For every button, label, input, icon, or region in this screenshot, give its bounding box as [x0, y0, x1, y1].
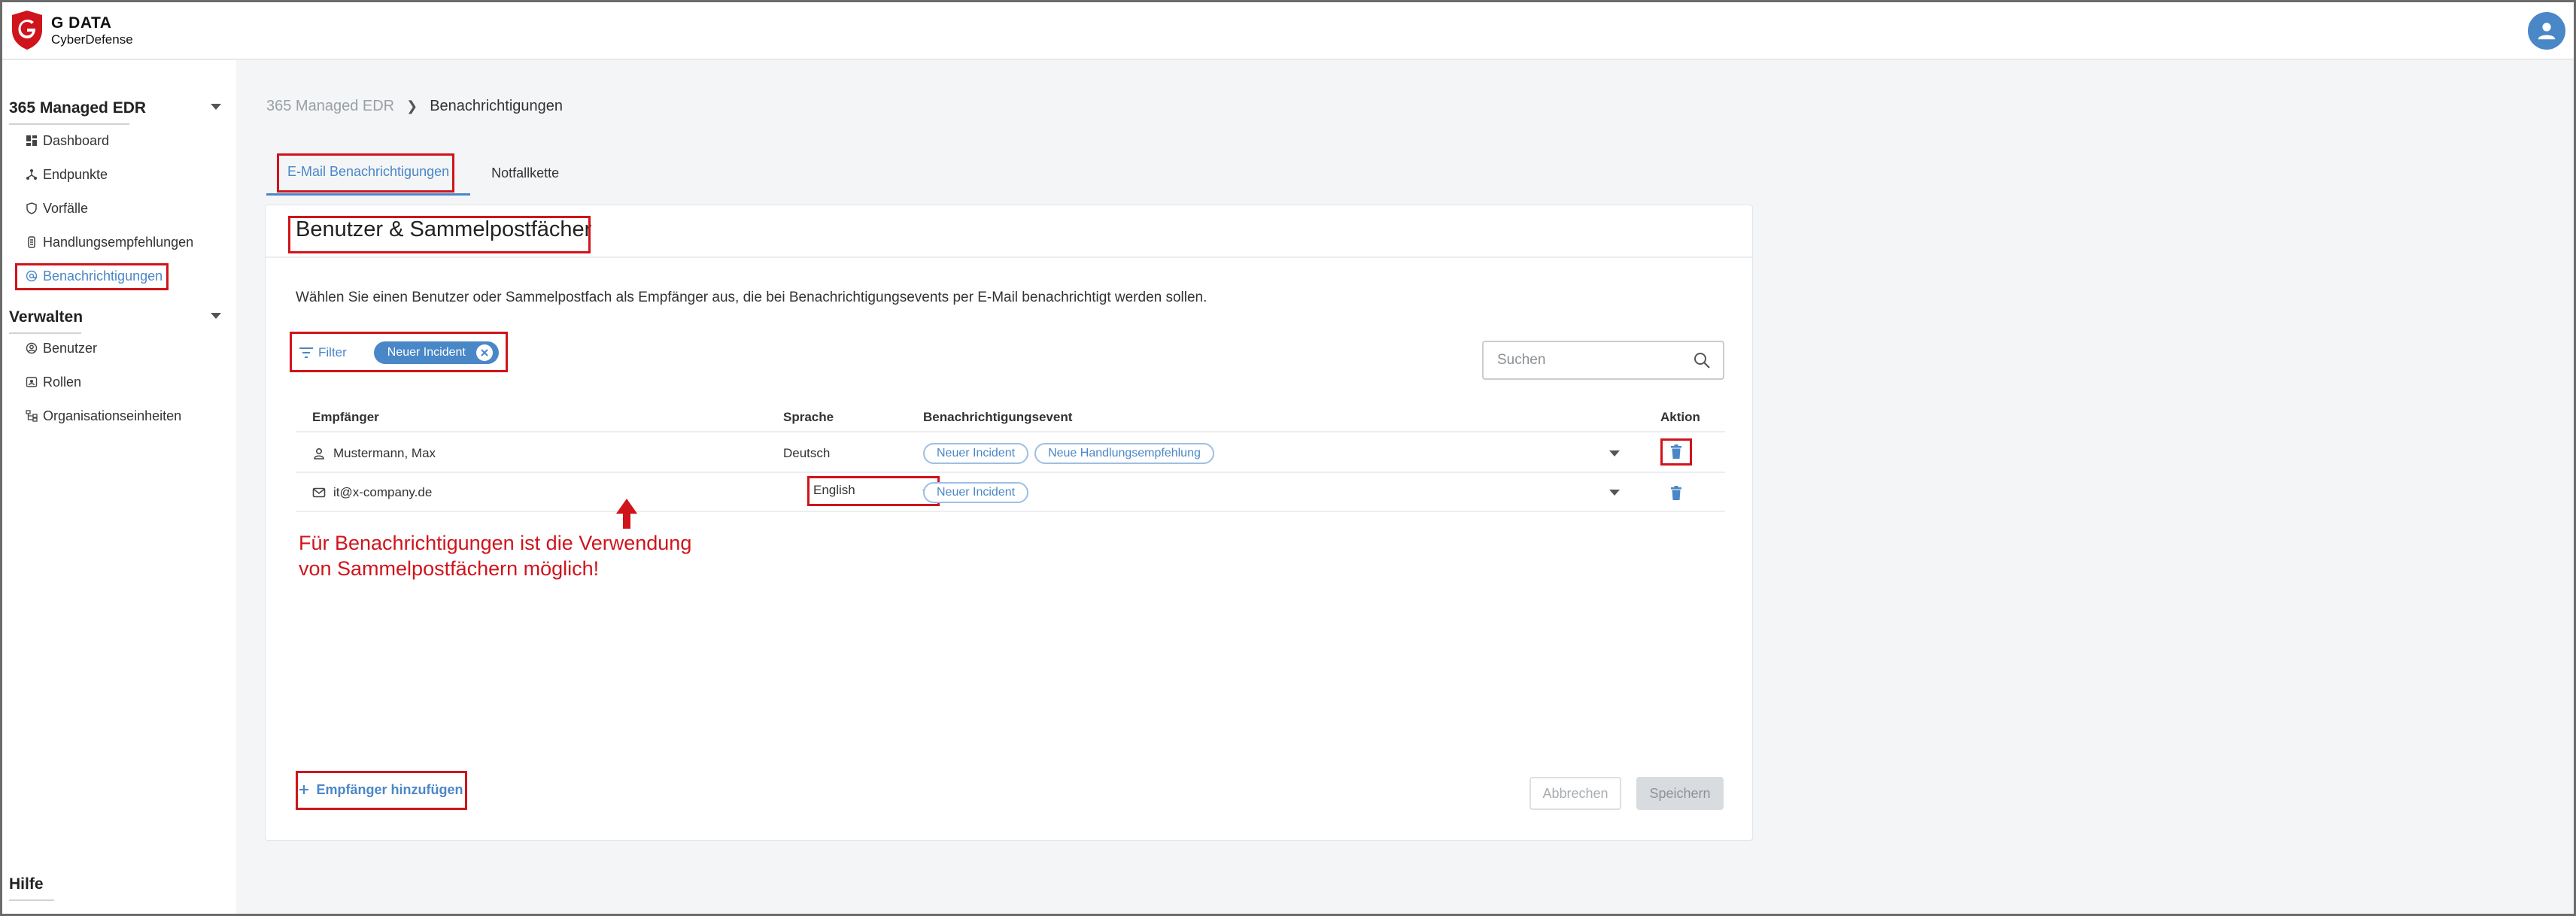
divider [9, 899, 54, 901]
delete-button[interactable] [1660, 438, 1692, 466]
gdata-shield-icon [12, 11, 42, 50]
highlight-box [290, 332, 508, 372]
recipients-card: Benutzer & Sammelpostfächer Wählen Sie e… [265, 205, 1753, 841]
divider [9, 123, 129, 125]
sidebar-item-label: Dashboard [43, 132, 110, 148]
sidebar-item-handlungsempfehlungen[interactable]: Handlungsempfehlungen [26, 231, 193, 253]
dashboard-icon [26, 135, 37, 146]
tab-label: Notfallkette [491, 165, 560, 180]
save-button[interactable]: Speichern [1636, 777, 1724, 810]
event-chip[interactable]: Neue Handlungsempfehlung [1034, 443, 1214, 464]
delete-button[interactable] [1665, 482, 1687, 505]
sidebar-item-organisationseinheiten[interactable]: Organisationseinheiten [26, 405, 181, 427]
sidebar-item-label: Endpunkte [43, 166, 108, 182]
tab-notfallkette[interactable]: Notfallkette [470, 150, 580, 196]
recipient-email: it@x-company.de [333, 485, 433, 499]
highlight-box [288, 216, 591, 253]
sidebar-item-label: Rollen [43, 374, 82, 390]
annotation-line1: Für Benachrichtigungen ist die Verwendun… [299, 532, 692, 554]
sidebar-item-dashboard[interactable]: Dashboard [26, 129, 109, 152]
nav-group-label: Verwalten [9, 308, 84, 326]
recommendation-icon [28, 236, 35, 248]
search-field[interactable] [1482, 341, 1724, 380]
help-label: Hilfe [9, 875, 44, 893]
sidebar-item-vorfaelle[interactable]: Vorfälle [26, 197, 88, 220]
role-icon [26, 377, 38, 387]
header-language[interactable]: Sprache [783, 410, 834, 425]
sidebar-item-label: Handlungsempfehlungen [43, 234, 194, 250]
search-icon[interactable] [1693, 351, 1711, 369]
table-row: Mustermann, Max Deutsch Neuer Incident N… [296, 434, 1725, 473]
sidebar-item-label: Organisationseinheiten [43, 408, 182, 423]
sidebar-item-hilfe[interactable]: Hilfe [9, 875, 54, 901]
language-value: English [813, 483, 855, 497]
highlight-box [277, 153, 454, 193]
endpoints-icon [26, 169, 37, 180]
language-cell[interactable]: Deutsch [783, 434, 830, 473]
table-row: it@x-company.de English Neuer Incident [296, 473, 1725, 512]
breadcrumb-parent[interactable]: 365 Managed EDR [266, 98, 394, 115]
user-icon [314, 447, 324, 460]
language-select[interactable]: English [807, 476, 940, 506]
annotation-line2: von Sammelpostfächern möglich! [299, 557, 600, 580]
event-chip[interactable]: Neuer Incident [923, 443, 1029, 464]
top-bar: G DATA CyberDefense [0, 0, 2576, 60]
user-circle-icon [26, 342, 38, 354]
logo-line1: G DATA [51, 14, 112, 32]
chevron-right-icon: ❯ [406, 99, 418, 114]
logo[interactable]: G DATA CyberDefense [9, 9, 133, 51]
breadcrumb: 365 Managed EDR ❯ Benachrichtigungen [266, 98, 563, 115]
user-avatar[interactable] [2528, 12, 2565, 50]
highlight-box [15, 263, 169, 290]
search-input[interactable] [1484, 342, 1679, 378]
annotation-note: Für Benachrichtigungen ist die Verwendun… [299, 530, 691, 581]
trash-icon [1671, 444, 1681, 459]
chevron-down-icon[interactable] [211, 313, 221, 319]
main-content: 365 Managed EDR ❯ Benachrichtigungen E-M… [236, 60, 2576, 916]
logo-line2: CyberDefense [51, 32, 133, 47]
annotation-arrow-icon [616, 499, 637, 529]
sidebar-item-label: Benutzer [43, 340, 98, 356]
header-action: Aktion [1660, 410, 1700, 424]
shield-icon [26, 202, 37, 214]
breadcrumb-current: Benachrichtigungen [430, 98, 563, 114]
sidebar: 365 Managed EDR Dashboard Endpunkte Vorf… [0, 60, 236, 916]
org-units-icon [26, 410, 38, 422]
sidebar-item-benutzer[interactable]: Benutzer [26, 337, 97, 359]
table-header: Empfänger Sprache Benachrichtigungsevent… [296, 402, 1725, 432]
mail-icon [312, 487, 326, 498]
event-chip[interactable]: Neuer Incident [923, 482, 1029, 503]
chevron-down-icon[interactable] [1609, 450, 1620, 456]
cancel-button[interactable]: Abbrechen [1530, 777, 1621, 810]
event-cell[interactable]: Neuer Incident Neue Handlungsempfehlung [923, 434, 1220, 473]
sidebar-item-rollen[interactable]: Rollen [26, 371, 81, 393]
card-description: Wählen Sie einen Benutzer oder Sammelpos… [296, 290, 1208, 305]
language-value: Deutsch [783, 446, 831, 460]
highlight-box [296, 771, 467, 810]
trash-icon [1671, 486, 1681, 500]
recipient-cell: it@x-company.de [312, 473, 432, 512]
chevron-down-icon[interactable] [211, 104, 221, 110]
user-icon [2538, 23, 2556, 40]
sidebar-item-endpunkte[interactable]: Endpunkte [26, 163, 108, 186]
recipient-cell: Mustermann, Max [312, 434, 436, 473]
recipient-name: Mustermann, Max [333, 446, 436, 460]
header-recipient[interactable]: Empfänger [312, 410, 379, 425]
nav-group-managed-edr[interactable]: 365 Managed EDR [9, 99, 221, 125]
event-cell[interactable]: Neuer Incident [923, 473, 1034, 512]
nav-group-label: 365 Managed EDR [9, 99, 147, 117]
divider [9, 332, 81, 334]
header-event[interactable]: Benachrichtigungsevent [923, 410, 1072, 425]
chevron-down-icon[interactable] [1609, 490, 1620, 496]
sidebar-item-label: Vorfälle [43, 200, 89, 216]
nav-group-verwalten[interactable]: Verwalten [9, 308, 221, 334]
